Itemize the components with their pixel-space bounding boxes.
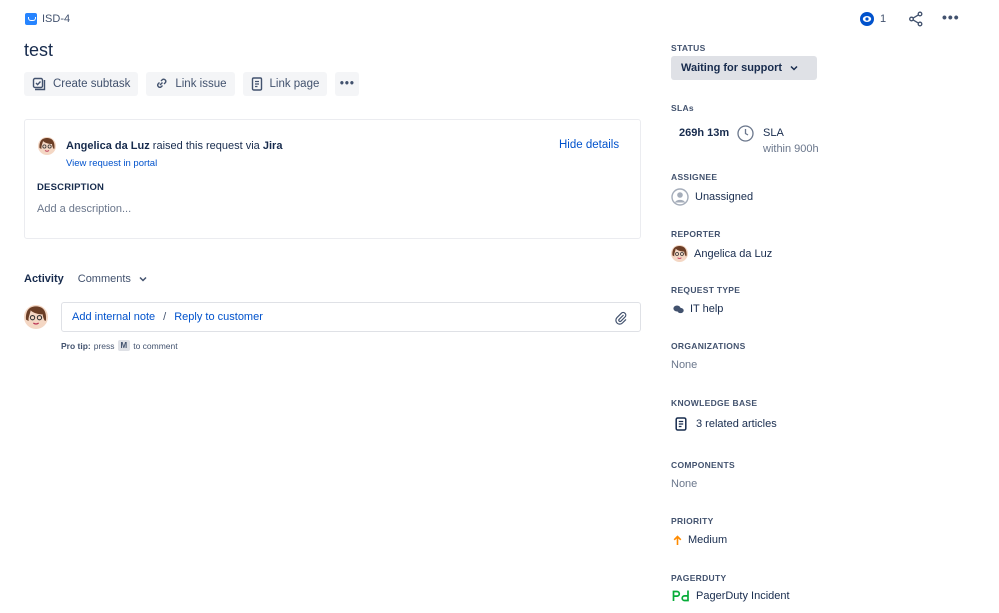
knowledge-base-label: KNOWLEDGE BASE [671, 398, 758, 408]
activity-label: Activity [24, 273, 64, 285]
service-request-icon [25, 13, 37, 25]
description-field[interactable]: Add a description... [37, 203, 131, 215]
page-icon [251, 77, 262, 91]
priority-value: Medium [688, 534, 728, 546]
composer-separator: / [163, 311, 167, 323]
request-details-card: Angelica da Luz raised this request via … [24, 119, 641, 239]
more-actions-button[interactable]: ••• [335, 72, 360, 96]
share-button[interactable] [908, 11, 924, 30]
knowledge-base-value: 3 related articles [696, 418, 777, 430]
assignee-field[interactable]: Unassigned [671, 188, 753, 206]
chevron-down-icon [139, 276, 147, 282]
request-type-label: REQUEST TYPE [671, 285, 741, 295]
protip-label: Pro tip: [61, 340, 91, 351]
reporter-avatar-icon [671, 245, 688, 262]
issue-key-link[interactable]: ISD-4 [42, 13, 70, 25]
components-value[interactable]: None [671, 478, 697, 490]
request-type-field[interactable]: IT help [673, 303, 723, 315]
clock-icon [737, 125, 754, 145]
activity-header: Activity Comments [24, 273, 147, 285]
link-page-button[interactable]: Link page [242, 72, 328, 96]
description-label: DESCRIPTION [37, 182, 105, 193]
view-in-portal-link[interactable]: View request in portal [66, 158, 157, 169]
comment-composer[interactable]: Add internal note / Reply to customer [61, 302, 641, 332]
current-user-avatar [24, 305, 48, 329]
protip-press: press [93, 340, 115, 351]
status-label: STATUS [671, 43, 706, 53]
assignee-label: ASSIGNEE [671, 172, 718, 182]
sla-name: SLA [763, 127, 784, 139]
unassigned-avatar-icon [671, 188, 689, 206]
protip-rest: to comment [133, 340, 178, 351]
sla-remaining-time: 269h 13m [679, 127, 730, 139]
organizations-label: ORGANIZATIONS [671, 341, 746, 351]
organizations-value[interactable]: None [671, 359, 697, 371]
raised-text: raised this request via [149, 140, 263, 152]
subtask-icon [32, 77, 46, 91]
components-label: COMPONENTS [671, 460, 735, 470]
pagerduty-value: PagerDuty Incident [696, 590, 790, 602]
pagerduty-label: PAGERDUTY [671, 573, 727, 583]
sla-target: within 900h [763, 143, 819, 155]
status-dropdown[interactable]: Waiting for support [671, 56, 817, 80]
create-subtask-button[interactable]: Create subtask [24, 72, 139, 96]
activity-filter-label: Comments [77, 273, 131, 285]
eye-icon [860, 12, 874, 26]
reporter-value: Angelica da Luz [694, 247, 773, 260]
channel-name: Jira [262, 140, 283, 152]
arrow-up-icon [673, 534, 682, 545]
more-options-button[interactable]: ••• [942, 9, 960, 25]
pagerduty-field[interactable]: PagerDuty Incident [672, 590, 790, 602]
hide-details-link[interactable]: Hide details [559, 139, 619, 151]
reporter-label: REPORTER [671, 229, 721, 239]
activity-filter-select[interactable]: Comments [78, 273, 147, 285]
watch-count: 1 [880, 13, 887, 25]
link-issue-button[interactable]: Link issue [146, 72, 235, 96]
chevron-down-icon [790, 65, 798, 71]
chat-bubbles-icon [673, 305, 684, 313]
paperclip-icon[interactable] [614, 311, 628, 325]
issue-actions: Create subtask Link issue Link page ••• [24, 72, 360, 96]
assignee-value: Unassigned [695, 191, 754, 203]
breadcrumb: ISD-4 [25, 13, 70, 25]
share-icon [909, 11, 923, 27]
raised-via-text: Angelica da Luz raised this request via … [66, 140, 282, 152]
reporter-field[interactable]: Angelica da Luz [671, 245, 772, 262]
current-user-avatar-icon [24, 305, 48, 329]
link-page-label: Link page [269, 78, 320, 90]
protip-key: M [117, 340, 131, 351]
reporter-avatar [38, 137, 56, 155]
reply-to-customer-link[interactable]: Reply to customer [174, 311, 263, 323]
status-value: Waiting for support [681, 62, 783, 74]
article-icon [675, 417, 687, 431]
link-icon [157, 78, 167, 88]
reporter-avatar-icon [38, 137, 56, 155]
add-internal-note-link[interactable]: Add internal note [72, 311, 155, 323]
knowledge-base-link[interactable]: 3 related articles [675, 417, 777, 431]
pro-tip: Pro tip: press M to comment [61, 340, 178, 351]
watch-button[interactable]: 1 [860, 12, 886, 26]
reporter-name[interactable]: Angelica da Luz [66, 140, 150, 152]
issue-title[interactable]: test [24, 40, 53, 61]
link-issue-label: Link issue [175, 78, 227, 90]
priority-label: PRIORITY [671, 516, 714, 526]
create-subtask-label: Create subtask [53, 78, 131, 90]
pagerduty-logo-icon [672, 590, 689, 602]
priority-field[interactable]: Medium [673, 534, 727, 546]
request-type-value: IT help [690, 303, 724, 315]
slas-label: SLAs [671, 103, 694, 113]
